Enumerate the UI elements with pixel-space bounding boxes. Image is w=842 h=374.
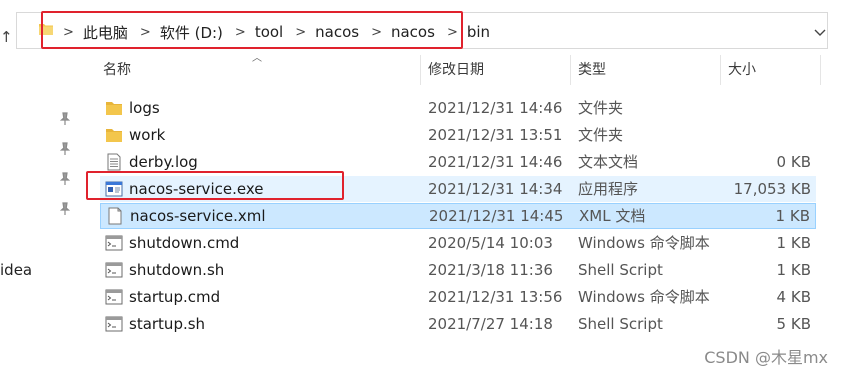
file-date: 2021/12/31 14:34 — [428, 180, 563, 198]
file-date: 2021/12/31 14:46 — [428, 99, 563, 117]
pin-icon[interactable] — [59, 202, 71, 216]
file-row-logs[interactable]: logs 2021/12/31 14:46 文件夹 — [100, 95, 816, 121]
pin-icon[interactable] — [59, 112, 71, 126]
file-date: 2021/7/27 14:18 — [428, 315, 553, 333]
script-icon — [105, 235, 123, 251]
file-row-startup-sh[interactable]: startup.sh 2021/7/27 14:18 Shell Script … — [100, 311, 816, 337]
blank-file-icon — [108, 207, 122, 225]
file-size: 0 KB — [776, 153, 811, 171]
file-type: 文本文档 — [578, 153, 639, 171]
file-row-shutdown-sh[interactable]: shutdown.sh 2021/3/18 11:36 Shell Script… — [100, 257, 816, 283]
file-name[interactable]: startup.cmd — [129, 284, 220, 310]
file-type: 文件夹 — [578, 126, 624, 144]
file-row-nacos-service-xml[interactable]: nacos-service.xml 2021/12/31 14:45 XML 文… — [100, 203, 816, 229]
column-divider[interactable] — [570, 55, 571, 85]
highlight-box-address — [41, 11, 463, 49]
script-icon — [105, 262, 123, 278]
file-type: Shell Script — [578, 315, 663, 333]
file-name[interactable]: shutdown.sh — [129, 257, 224, 283]
column-header-size[interactable]: 大小 — [728, 55, 756, 85]
file-name[interactable]: work — [129, 122, 165, 148]
file-size: 17,053 KB — [733, 180, 811, 198]
folder-icon — [106, 129, 122, 142]
column-divider[interactable] — [420, 55, 421, 85]
breadcrumb-bin[interactable]: bin — [467, 23, 490, 41]
column-divider[interactable] — [820, 55, 821, 85]
file-type: Windows 命令脚本 — [578, 234, 710, 252]
column-divider[interactable] — [720, 55, 721, 85]
file-name[interactable]: startup.sh — [129, 311, 205, 337]
text-file-icon — [107, 153, 121, 171]
file-size: 5 KB — [776, 315, 811, 333]
column-header-name[interactable]: 名称 — [103, 55, 131, 85]
nav-item-idea[interactable]: idea — [0, 261, 32, 279]
file-name[interactable]: nacos-service.xml — [130, 203, 266, 229]
file-date: 2021/12/31 14:45 — [429, 207, 564, 225]
file-size: 1 KB — [776, 261, 811, 279]
file-size: 1 KB — [776, 234, 811, 252]
file-type: 文件夹 — [578, 99, 624, 117]
file-size: 4 KB — [776, 288, 811, 306]
chevron-down-icon[interactable] — [813, 25, 827, 39]
file-date: 2021/3/18 11:36 — [428, 261, 553, 279]
sort-up-icon: ︿ — [252, 53, 262, 64]
file-date: 2021/12/31 13:51 — [428, 126, 563, 144]
file-type: 应用程序 — [578, 180, 639, 198]
file-name[interactable]: logs — [129, 95, 160, 121]
column-header-date[interactable]: 修改日期 — [428, 55, 484, 85]
file-date: 2021/12/31 13:56 — [428, 288, 563, 306]
file-type: Windows 命令脚本 — [578, 288, 710, 306]
column-header-row: ︿ 名称 修改日期 类型 大小 — [0, 53, 842, 85]
file-row-work[interactable]: work 2021/12/31 13:51 文件夹 — [100, 122, 816, 148]
file-type: Shell Script — [578, 261, 663, 279]
column-header-type[interactable]: 类型 — [578, 55, 606, 85]
folder-icon — [106, 102, 122, 115]
pin-icon[interactable] — [59, 172, 71, 186]
script-icon — [105, 316, 123, 332]
file-type: XML 文档 — [579, 207, 646, 225]
file-size: 1 KB — [775, 207, 810, 225]
script-icon — [105, 289, 123, 305]
pin-icon[interactable] — [59, 142, 71, 156]
file-row-startup-cmd[interactable]: startup.cmd 2021/12/31 13:56 Windows 命令脚… — [100, 284, 816, 310]
watermark: CSDN @木星mx — [704, 348, 828, 367]
file-date: 2021/12/31 14:46 — [428, 153, 563, 171]
file-name[interactable]: shutdown.cmd — [129, 230, 239, 256]
up-arrow-icon[interactable]: ↑ — [0, 30, 13, 45]
file-row-shutdown-cmd[interactable]: shutdown.cmd 2020/5/14 10:03 Windows 命令脚… — [100, 230, 816, 256]
file-date: 2020/5/14 10:03 — [428, 234, 553, 252]
highlight-box-exe — [86, 171, 344, 200]
